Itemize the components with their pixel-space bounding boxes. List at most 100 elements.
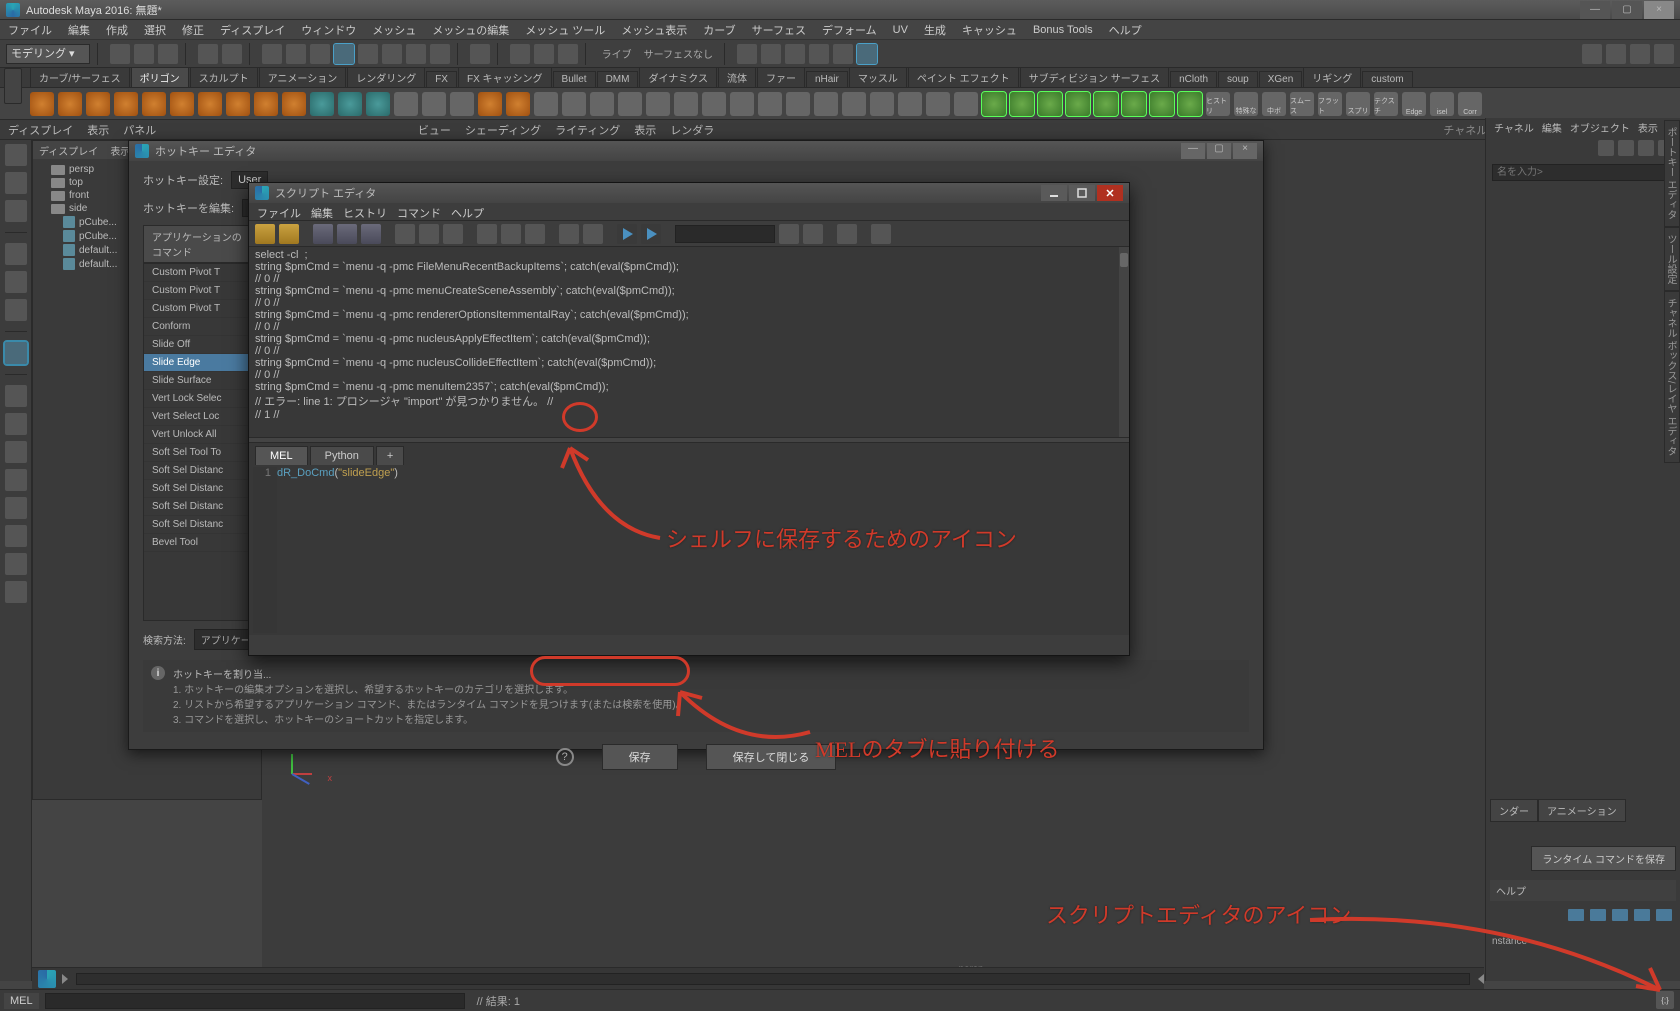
- shelf-icon-29[interactable]: [842, 92, 866, 116]
- shelf-icon-lbl-0[interactable]: ヒストリ: [1206, 92, 1230, 116]
- lights-icon[interactable]: [833, 44, 853, 64]
- paint-tool-icon[interactable]: [310, 44, 330, 64]
- shelf-tab-19[interactable]: リギング: [1303, 67, 1361, 87]
- shelf-icon-lbl-3[interactable]: スムース: [1290, 92, 1314, 116]
- cb-icon-2[interactable]: [1618, 140, 1634, 156]
- menu-Bonus Tools[interactable]: Bonus Tools: [1029, 22, 1097, 38]
- shelf-icon-33[interactable]: [954, 92, 978, 116]
- shelf-icon-g-2[interactable]: [1038, 92, 1062, 116]
- shelf-icon-g-3[interactable]: [1066, 92, 1090, 116]
- hypershade-icon[interactable]: [1606, 44, 1626, 64]
- playback-next-icon[interactable]: [1634, 909, 1650, 921]
- se-menu-コマンド[interactable]: コマンド: [397, 205, 441, 218]
- menu-選択[interactable]: 選択: [140, 20, 170, 40]
- layout-two-side[interactable]: [5, 441, 27, 463]
- menu-作成[interactable]: 作成: [102, 20, 132, 40]
- shelf-icon-24[interactable]: [702, 92, 726, 116]
- shelf-icon-lbl-9[interactable]: Corr: [1458, 92, 1482, 116]
- shelf-icon-0[interactable]: [30, 92, 54, 116]
- shelf-icon-27[interactable]: [786, 92, 810, 116]
- shelf-icon-lbl-5[interactable]: スプリ: [1346, 92, 1370, 116]
- hotkey-item-9[interactable]: Vert Unlock All: [144, 426, 250, 444]
- shelf-tab-18[interactable]: XGen: [1259, 71, 1303, 87]
- se-open-icon[interactable]: [255, 224, 275, 244]
- script-editor-icon[interactable]: [1656, 991, 1674, 1009]
- shelf-icon-g-0[interactable]: [982, 92, 1006, 116]
- menu-メッシュの編集[interactable]: メッシュの編集: [428, 20, 513, 40]
- menu-デフォーム[interactable]: デフォーム: [818, 20, 881, 40]
- shelf-icon-13[interactable]: [394, 92, 418, 116]
- hotkey-item-1[interactable]: Custom Pivot T: [144, 282, 250, 300]
- paint-select-tool[interactable]: [5, 200, 27, 222]
- playback-stop-icon[interactable]: [1612, 909, 1628, 921]
- menu-編集[interactable]: 編集: [64, 20, 94, 40]
- playback-start-icon[interactable]: [1568, 909, 1584, 921]
- vp-lighting-menu[interactable]: ライティング: [555, 122, 620, 138]
- se-save-to-shelf-icon[interactable]: [337, 224, 357, 244]
- shelf-tab-20[interactable]: custom: [1362, 71, 1412, 87]
- vtab-channelbox[interactable]: チャネル ボックス/レイヤ エディタ: [1664, 291, 1680, 463]
- range-bar[interactable]: [76, 973, 1470, 985]
- scripteditor-close-button[interactable]: [1097, 185, 1123, 201]
- shelf-icon-g-7[interactable]: [1178, 92, 1202, 116]
- shelf-icon-19[interactable]: [562, 92, 586, 116]
- vtab-hotkey[interactable]: ポートキー エディタ: [1664, 120, 1680, 227]
- outliner-icon[interactable]: [1630, 44, 1650, 64]
- shelf-icon-lbl-4[interactable]: フラット: [1318, 92, 1342, 116]
- shelf-icon-lbl-2[interactable]: 中ボ: [1262, 92, 1286, 116]
- file-new-icon[interactable]: [110, 44, 130, 64]
- shelf-tab-16[interactable]: nCloth: [1170, 71, 1217, 87]
- vp-show-menu[interactable]: 表示: [634, 122, 656, 138]
- vtab-tool-settings[interactable]: ツール設定: [1664, 227, 1680, 291]
- shelf-icon-lbl-6[interactable]: テクスチ: [1374, 92, 1398, 116]
- select-tool-icon[interactable]: [262, 44, 282, 64]
- hotkey-item-8[interactable]: Vert Select Loc: [144, 408, 250, 426]
- se-tab-Python[interactable]: Python: [310, 446, 374, 465]
- menu-メッシュ[interactable]: メッシュ: [368, 20, 420, 40]
- se-show-input-icon[interactable]: [501, 224, 521, 244]
- shelf-icon-18[interactable]: [534, 92, 558, 116]
- construction-history-icon[interactable]: [470, 44, 490, 64]
- cb-channel-menu[interactable]: チャネル: [1494, 120, 1534, 134]
- hotkey-help-button[interactable]: ?: [556, 748, 574, 766]
- se-tab-MEL[interactable]: MEL: [255, 446, 308, 465]
- se-menu-ヒストリ[interactable]: ヒストリ: [343, 205, 387, 218]
- se-show-history-icon[interactable]: [477, 224, 497, 244]
- outliner-display-menu[interactable]: ディスプレイ: [39, 143, 98, 158]
- layer-tab-render[interactable]: ンダー: [1490, 799, 1538, 822]
- cb-icon-3[interactable]: [1638, 140, 1654, 156]
- se-clear-history-icon[interactable]: [395, 224, 415, 244]
- shelf-icon-28[interactable]: [814, 92, 838, 116]
- layout-three[interactable]: [5, 497, 27, 519]
- shelf-icon-10[interactable]: [310, 92, 334, 116]
- shelf-icon-7[interactable]: [226, 92, 250, 116]
- shelf-tab-4[interactable]: レンダリング: [347, 67, 425, 87]
- scripteditor-titlebar[interactable]: スクリプト エディタ: [249, 183, 1129, 203]
- graph-editor-icon[interactable]: [1654, 44, 1674, 64]
- workspace-mode-select[interactable]: モデリング ▾: [6, 44, 90, 64]
- time-slider[interactable]: [32, 967, 1484, 989]
- hotkey-saveclose-button[interactable]: 保存して閉じる: [706, 744, 837, 770]
- cb-object-menu[interactable]: オブジェクト: [1570, 120, 1630, 134]
- shelf-tab-1[interactable]: ポリゴン: [131, 67, 189, 87]
- hotkey-item-4[interactable]: Slide Off: [144, 336, 250, 354]
- render-settings-icon[interactable]: [558, 44, 578, 64]
- se-indent-icon[interactable]: [871, 224, 891, 244]
- scripteditor-maximize-button[interactable]: [1069, 185, 1095, 201]
- layout-custom[interactable]: [5, 525, 27, 547]
- snap-curve-icon[interactable]: [358, 44, 378, 64]
- shelf-tab-15[interactable]: サブディビジョン サーフェス: [1020, 67, 1169, 87]
- close-button[interactable]: ×: [1644, 1, 1674, 19]
- lasso-tool-icon[interactable]: [286, 44, 306, 64]
- menu-メッシュ表示[interactable]: メッシュ表示: [617, 20, 691, 40]
- vp-shading-menu[interactable]: シェーディング: [465, 122, 541, 138]
- shelf-tab-0[interactable]: カーブ/サーフェス: [30, 67, 130, 87]
- shelf-tab-13[interactable]: マッスル: [849, 67, 907, 87]
- shelf-icon-g-4[interactable]: [1094, 92, 1118, 116]
- hotkey-item-15[interactable]: Bevel Tool: [144, 534, 250, 552]
- hotkey-item-3[interactable]: Conform: [144, 318, 250, 336]
- layout-two-stacked[interactable]: [5, 469, 27, 491]
- maximize-button[interactable]: ▢: [1612, 1, 1642, 19]
- shelf-tab-12[interactable]: nHair: [806, 71, 848, 87]
- menu-メッシュ ツール[interactable]: メッシュ ツール: [521, 20, 609, 40]
